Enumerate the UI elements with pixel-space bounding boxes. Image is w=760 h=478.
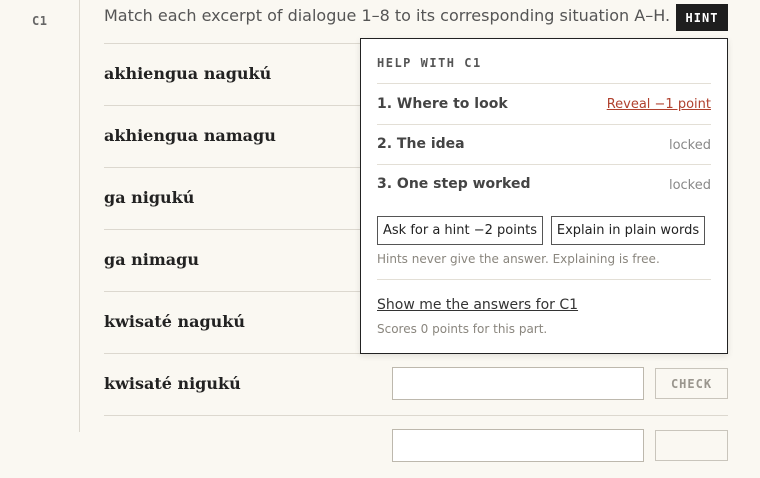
- ask-hint-button[interactable]: Ask for a hint −2 points: [377, 216, 543, 245]
- row-label: kwisaté nagukú: [104, 312, 245, 331]
- explain-button[interactable]: Explain in plain words: [551, 216, 705, 245]
- row-label: ga nigukú: [104, 188, 195, 207]
- check-button[interactable]: [655, 430, 728, 461]
- row-label: akhiengua nagukú: [104, 64, 272, 83]
- help-popover: HELP WITH C1 1. Where to look Reveal −1 …: [360, 38, 728, 354]
- left-divider: [79, 0, 80, 432]
- reveal-link[interactable]: Reveal −1 point: [607, 97, 711, 112]
- locked-status: locked: [668, 178, 711, 193]
- answer-row: [104, 415, 728, 478]
- hint-step-label: 2. The idea: [377, 136, 465, 152]
- hint-button[interactable]: HINT: [676, 4, 728, 31]
- hint-note: Hints never give the answer. Explaining …: [377, 252, 660, 266]
- divider: [377, 83, 711, 84]
- answer-input[interactable]: [392, 367, 644, 400]
- check-button[interactable]: CHECK: [655, 368, 728, 399]
- help-title: HELP WITH C1: [377, 56, 482, 70]
- answer-row: kwisaté nigukú CHECK: [104, 353, 728, 416]
- answer-input[interactable]: [392, 429, 644, 462]
- divider: [377, 124, 711, 125]
- divider: [377, 279, 711, 280]
- show-answers-note: Scores 0 points for this part.: [377, 322, 548, 336]
- row-label: akhiengua namagu: [104, 126, 276, 145]
- show-answers-link[interactable]: Show me the answers for C1: [377, 297, 578, 313]
- hint-step-label: 1. Where to look: [377, 96, 508, 112]
- instruction-text: Match each excerpt of dialogue 1–8 to it…: [104, 6, 671, 25]
- row-label: kwisaté nigukú: [104, 374, 241, 393]
- question-number: C1: [32, 14, 48, 28]
- hint-step-label: 3. One step worked: [377, 176, 531, 192]
- divider: [377, 164, 711, 165]
- row-label: ga nimagu: [104, 250, 199, 269]
- locked-status: locked: [668, 138, 711, 153]
